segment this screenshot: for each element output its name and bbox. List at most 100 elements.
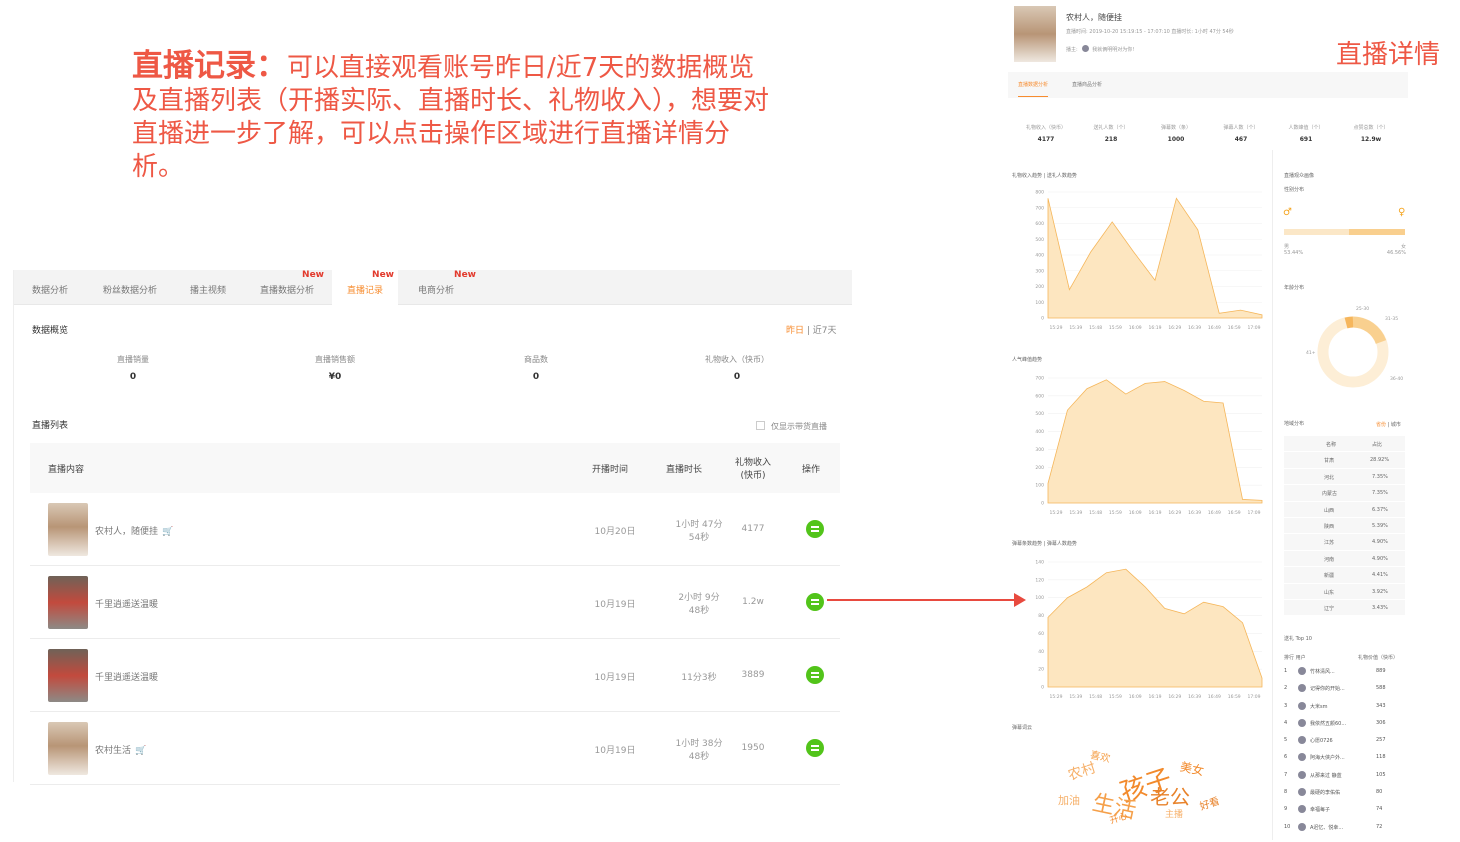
- female-icon: ♀: [1398, 207, 1406, 218]
- table-header: 直播内容 开播时间 直播时长 礼物收入 (快币) 操作: [30, 443, 840, 493]
- stat-goods-count: 商品数 0: [524, 355, 548, 382]
- live-cover-thumbnail[interactable]: [48, 649, 88, 702]
- live-cover-thumbnail[interactable]: [48, 576, 88, 629]
- period-week[interactable]: 近7天: [813, 326, 837, 336]
- user-avatar: [1298, 718, 1306, 727]
- y-tick-label: 40: [1038, 649, 1044, 655]
- x-tick-label: 16:49: [1208, 694, 1221, 700]
- detail-button[interactable]: [806, 739, 824, 757]
- x-tick-label: 15:48: [1089, 325, 1102, 331]
- region-row: 甘肃 28.92%: [1284, 452, 1405, 469]
- live-title: 千里逍遥送温暖: [95, 600, 159, 610]
- period-yesterday[interactable]: 昨日: [786, 326, 804, 336]
- tab-host-videos[interactable]: 播主视频: [174, 270, 242, 305]
- x-tick-label: 16:09: [1129, 694, 1142, 700]
- user-avatar: [1298, 770, 1306, 779]
- detail-button[interactable]: [806, 593, 824, 611]
- table-row[interactable]: 千里逍遥送温暖 10月19日 2小时 9分 48秒 1.2w: [30, 566, 840, 639]
- top10-row: 6 阿海大侠户外... 118: [1284, 753, 1386, 762]
- tab-bar: 数据分析 粉丝数据分析 播主视频 直播数据分析 New 直播记录 New 电商分析 N…: [14, 270, 852, 305]
- tab-live-records[interactable]: 直播记录 New: [332, 270, 398, 305]
- gender-bar-male: [1284, 229, 1349, 235]
- region-row: 河南 4.90%: [1284, 550, 1405, 568]
- th-op: 操作: [802, 465, 821, 475]
- th-content: 直播内容: [48, 465, 85, 475]
- live-date: 10月20日: [594, 527, 636, 537]
- y-tick-label: 60: [1038, 631, 1044, 637]
- user-avatar: [1298, 788, 1306, 797]
- gender-title: 性别分布: [1284, 187, 1305, 193]
- user-avatar: [1298, 822, 1306, 831]
- area-series: [1047, 197, 1263, 319]
- y-tick-label: 400: [1035, 429, 1044, 435]
- x-tick-label: 16:19: [1149, 325, 1162, 331]
- danmu-trend-chart: 0 20 40 60 80 100 120 140 15:29 15:39 15:48 15:59 16…: [1035, 560, 1263, 700]
- top10-row: 9 幸福每子 74: [1284, 805, 1383, 814]
- popularity-trend-chart: 0 100 200 300 400 500 600 700 15:29 15:39 15:48 15:…: [1035, 376, 1263, 516]
- region-toggle-city[interactable]: 城市: [1391, 422, 1401, 428]
- y-tick-label: 0: [1041, 316, 1044, 322]
- tab-ecommerce[interactable]: 电商分析 New: [402, 270, 476, 305]
- gender-bar: [1284, 229, 1405, 235]
- y-tick-label: 600: [1035, 393, 1044, 399]
- x-tick-label: 15:39: [1069, 694, 1082, 700]
- x-tick-label: 17:09: [1248, 325, 1261, 331]
- tab-detail-goods-analysis[interactable]: 直播商品分析: [1072, 81, 1102, 88]
- region-toggle-province[interactable]: 省份: [1376, 422, 1386, 428]
- y-tick-label: 500: [1035, 237, 1044, 243]
- wordcloud-word: 美女: [1178, 759, 1206, 779]
- female-label: 女 46.56%: [1386, 244, 1406, 256]
- user-avatar: [1298, 684, 1306, 693]
- th-gift: 礼物收入 (快币): [734, 458, 771, 481]
- live-cover-thumbnail[interactable]: [48, 722, 88, 775]
- new-badge: New: [302, 270, 324, 280]
- wordcloud-title: 弹幕词云: [1012, 725, 1033, 731]
- age-segment: [1352, 316, 1387, 345]
- detail-live-meta: 直播时间: 2019-10-20 15:19:15 - 17:07:10 直播时…: [1066, 29, 1234, 35]
- age-donut-chart: 25-30 31-35 41+ 36-40: [1306, 306, 1403, 388]
- detail-tabs: 直播数据分析 直播商品分析: [1008, 72, 1408, 98]
- table-row[interactable]: 农村生活 🛒 10月19日 1小时 38分 48秒 1950: [30, 712, 840, 785]
- tab-live-analysis[interactable]: 直播数据分析 New: [246, 270, 328, 305]
- live-duration: 11分3秒: [681, 673, 717, 683]
- table-row[interactable]: 千里逍遥送温暖 10月19日 11分3秒 3889: [30, 639, 840, 712]
- tab-data-analysis[interactable]: 数据分析: [14, 270, 86, 305]
- detail-stat: 送礼人数（个） 218: [1093, 125, 1129, 143]
- top10-row: 5 心愿0726 257: [1284, 736, 1386, 745]
- x-tick-label: 15:59: [1109, 510, 1122, 516]
- tab-fans-analysis[interactable]: 粉丝数据分析: [90, 270, 170, 305]
- detail-stat: 弹幕人数（个） 467: [1223, 125, 1259, 143]
- host-avatar: [1014, 6, 1056, 62]
- x-tick-label: 16:59: [1228, 694, 1241, 700]
- table-row[interactable]: 农村人，随便挂 🛒 10月20日 1小时 47分 54秒 4177: [30, 493, 840, 566]
- detail-button[interactable]: [806, 666, 824, 684]
- detail-button[interactable]: [806, 520, 824, 538]
- live-detail-panel: 农村人，随便挂 直播时间: 2019-10-20 15:19:15 - 17:0…: [1008, 0, 1413, 842]
- x-tick-label: 16:39: [1188, 325, 1201, 331]
- x-tick-label: 16:39: [1188, 510, 1201, 516]
- x-tick-label: 17:09: [1248, 510, 1261, 516]
- region-toggle: 省份 | 城市: [1376, 422, 1401, 428]
- live-cover-thumbnail[interactable]: [48, 503, 88, 556]
- checkbox-icon[interactable]: [756, 421, 765, 430]
- only-goods-checkbox[interactable]: 仅显示带货直播: [756, 421, 827, 432]
- y-tick-label: 300: [1035, 268, 1044, 274]
- y-tick-label: 700: [1035, 205, 1044, 211]
- user-avatar: [1298, 667, 1306, 675]
- area-series: [1047, 379, 1263, 504]
- y-tick-label: 800: [1035, 190, 1044, 196]
- x-tick-label: 16:49: [1208, 510, 1221, 516]
- tab-detail-live-analysis[interactable]: 直播数据分析: [1018, 81, 1049, 97]
- x-tick-label: 15:29: [1050, 694, 1063, 700]
- live-title: 农村人，随便挂 🛒: [95, 527, 174, 537]
- x-tick-label: 16:09: [1129, 325, 1142, 331]
- x-tick-label: 16:29: [1168, 694, 1181, 700]
- x-tick-label: 16:19: [1149, 694, 1162, 700]
- y-tick-label: 600: [1035, 221, 1044, 227]
- y-tick-label: 20: [1038, 667, 1044, 673]
- y-tick-label: 0: [1041, 501, 1044, 507]
- overview-title: 数据概览: [32, 326, 69, 336]
- wordcloud-word: 农村: [1066, 760, 1098, 784]
- region-row: 内蒙古 7.35%: [1284, 485, 1405, 502]
- caption-lead: 直播记录：: [132, 48, 287, 84]
